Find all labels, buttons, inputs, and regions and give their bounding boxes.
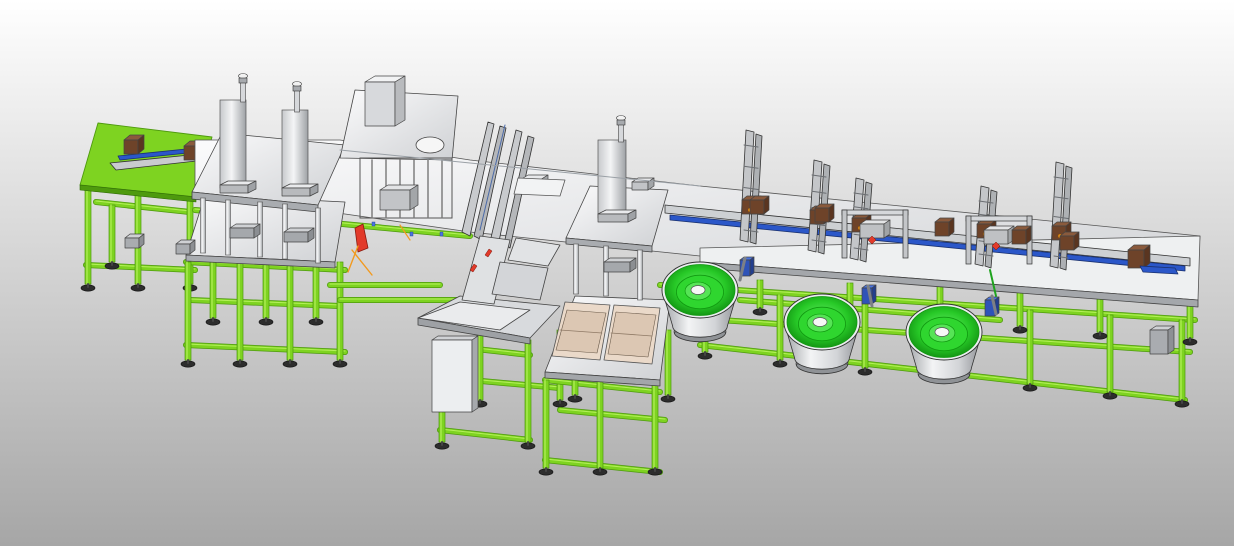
support-pedestal[interactable] xyxy=(124,233,145,249)
bowl-center-cap xyxy=(812,317,828,327)
bowl-center-cap xyxy=(690,285,706,295)
portal-leg-left xyxy=(841,209,848,259)
conveyor-bracket-front xyxy=(1059,235,1075,251)
conveyor-bracket-front xyxy=(749,199,765,215)
leg-tube xyxy=(336,261,344,361)
press-head-left-front xyxy=(219,184,249,194)
reject-bin-front xyxy=(431,339,473,413)
conveyor-bracket[interactable] xyxy=(1011,225,1032,245)
single-press-column[interactable] xyxy=(597,139,627,219)
support-pedestal-front xyxy=(124,237,140,249)
leg-tube xyxy=(542,379,550,469)
portal-tool[interactable] xyxy=(859,219,891,239)
leg-tube xyxy=(756,279,764,309)
enclosure-motor-housing[interactable] xyxy=(364,75,406,127)
cylinder-collar xyxy=(238,77,248,84)
column-body xyxy=(219,99,247,189)
conveyor-bracket-front xyxy=(1011,229,1027,245)
guide-pillar xyxy=(573,243,579,295)
conveyor-bracket-front xyxy=(814,207,830,223)
column-body xyxy=(597,139,627,219)
support-pedestal-right-side xyxy=(1167,325,1175,355)
portal-leg-left xyxy=(965,215,972,265)
leg-tube xyxy=(1106,314,1114,393)
enclosure-motor-housing-side xyxy=(394,75,406,127)
single-press-sensor-front xyxy=(631,181,649,191)
portal-tool[interactable] xyxy=(983,225,1015,245)
press-head-right[interactable] xyxy=(281,183,319,197)
guide-pillar xyxy=(200,197,206,254)
transfer-lower-block xyxy=(491,261,549,301)
frame-beam[interactable] xyxy=(337,297,473,303)
outfeed-end-bracket[interactable] xyxy=(1127,244,1151,269)
enclosure-round-port xyxy=(415,136,445,154)
single-press-head-front xyxy=(597,213,629,223)
support-pedestal-right-front xyxy=(1149,329,1169,355)
feeder-sensor-side xyxy=(749,256,755,277)
leg-tube xyxy=(286,261,294,361)
leg-tube xyxy=(651,379,659,469)
press-head-right-front xyxy=(281,187,311,197)
conveyor-bracket[interactable] xyxy=(814,203,835,223)
guide-pillar xyxy=(225,199,231,256)
enclosure-motor-housing-front xyxy=(364,81,396,127)
infeed-bracket-a[interactable] xyxy=(123,134,145,155)
leg-tube xyxy=(664,329,672,396)
cad-viewport[interactable] xyxy=(0,0,1234,546)
leg-tube xyxy=(861,299,869,369)
leg-tube xyxy=(524,339,532,443)
twin-fixture-right[interactable] xyxy=(283,227,315,243)
outfeed-end-bracket-front xyxy=(1127,249,1145,269)
single-press-fixture[interactable] xyxy=(603,257,637,273)
reject-bin-top xyxy=(431,335,479,341)
leg-tube xyxy=(84,187,92,285)
leg-tube xyxy=(1016,288,1024,327)
leg-tube xyxy=(184,261,192,361)
cover-plate xyxy=(513,177,566,197)
twin-fixture-left[interactable] xyxy=(229,223,261,239)
leg-tube xyxy=(1026,309,1034,385)
leg-tube xyxy=(776,294,784,361)
infeed-bracket-a-front xyxy=(123,139,139,155)
leg-tube xyxy=(108,204,116,263)
column-body xyxy=(281,109,309,191)
conveyor-bracket-front xyxy=(934,221,950,237)
portal-leg-right xyxy=(902,209,909,259)
leg-tube xyxy=(596,379,604,469)
twin-fixture-right-front xyxy=(283,231,309,243)
conveyor-bracket[interactable] xyxy=(749,195,770,215)
single-press-head[interactable] xyxy=(597,209,637,223)
single-press-fixture-front xyxy=(603,261,631,273)
leg-tube xyxy=(236,261,244,361)
enclosure-fixture[interactable] xyxy=(379,184,419,211)
twin-fixture-left-front xyxy=(229,227,255,239)
support-pedestal[interactable] xyxy=(175,239,196,255)
conveyor-bracket[interactable] xyxy=(1059,231,1080,251)
reject-bin-side xyxy=(471,335,479,413)
reject-bin[interactable] xyxy=(431,335,479,413)
portal-top-beam xyxy=(965,215,1033,222)
cad-3d-model-view[interactable] xyxy=(0,0,1234,546)
conveyor-bracket[interactable] xyxy=(934,217,955,237)
sensor-tag xyxy=(439,231,444,237)
press-column-left[interactable] xyxy=(219,99,247,189)
feeder-sensor-side xyxy=(871,284,877,305)
bowl-center-cap xyxy=(934,327,950,337)
portal-top-beam xyxy=(841,209,909,216)
press-column-right[interactable] xyxy=(281,109,309,191)
enclosure-fixture-front xyxy=(379,189,411,211)
cylinder-collar xyxy=(292,85,302,92)
frame-beam[interactable] xyxy=(327,282,443,288)
guide-pillar xyxy=(315,207,321,264)
press-head-left[interactable] xyxy=(219,180,257,194)
support-pedestal-front xyxy=(175,243,191,255)
cylinder-collar xyxy=(616,119,626,126)
sensor-tag xyxy=(371,221,376,227)
leg-tube xyxy=(1178,319,1186,401)
guide-pillar xyxy=(637,249,643,301)
sensor-tag xyxy=(409,231,414,237)
support-pedestal-right[interactable] xyxy=(1149,325,1175,355)
